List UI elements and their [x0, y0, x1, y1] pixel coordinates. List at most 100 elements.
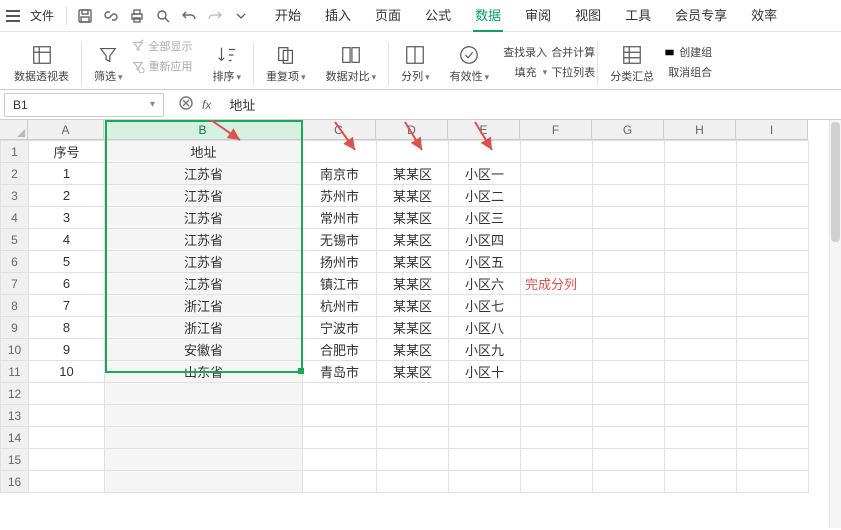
tab-review[interactable]: 审阅	[523, 0, 553, 32]
cell[interactable]: 合肥市	[303, 339, 377, 361]
cell[interactable]	[665, 427, 737, 449]
cell[interactable]	[665, 141, 737, 163]
cell[interactable]: 6	[29, 273, 105, 295]
tab-data[interactable]: 数据	[473, 0, 503, 32]
row-header[interactable]: 14	[1, 427, 29, 449]
cell[interactable]: 江苏省	[105, 251, 303, 273]
ungroup-button[interactable]: 取消组合	[664, 64, 712, 80]
cell[interactable]	[737, 361, 809, 383]
cell[interactable]	[29, 383, 105, 405]
cell[interactable]	[377, 141, 449, 163]
cell[interactable]	[521, 339, 593, 361]
fx-icon[interactable]: fx	[202, 98, 211, 112]
cell[interactable]	[593, 471, 665, 493]
vertical-scrollbar[interactable]	[829, 120, 841, 528]
cell[interactable]: 7	[29, 295, 105, 317]
cell[interactable]	[737, 405, 809, 427]
group-button[interactable]: 创建组	[664, 44, 712, 60]
cell[interactable]: 小区八	[449, 317, 521, 339]
cell[interactable]	[665, 471, 737, 493]
tab-view[interactable]: 视图	[573, 0, 603, 32]
row-header[interactable]: 6	[1, 251, 29, 273]
pivot-button[interactable]: 数据透视表	[4, 38, 79, 90]
cell[interactable]: 小区一	[449, 163, 521, 185]
dropdown-button[interactable]: 下拉列表	[547, 64, 595, 80]
cell[interactable]	[377, 471, 449, 493]
cell[interactable]: 扬州市	[303, 251, 377, 273]
cell[interactable]	[593, 449, 665, 471]
cell[interactable]	[303, 427, 377, 449]
row-header[interactable]: 10	[1, 339, 29, 361]
cell[interactable]	[593, 295, 665, 317]
cell[interactable]: 某某区	[377, 229, 449, 251]
row-header[interactable]: 12	[1, 383, 29, 405]
reapply-button[interactable]: 重新应用	[131, 58, 193, 74]
cell[interactable]	[29, 427, 105, 449]
cell[interactable]	[593, 427, 665, 449]
cell[interactable]	[521, 427, 593, 449]
cell[interactable]: 南京市	[303, 163, 377, 185]
cell[interactable]	[737, 471, 809, 493]
cell[interactable]	[303, 471, 377, 493]
undo-icon[interactable]	[177, 4, 201, 28]
cell[interactable]: 2	[29, 185, 105, 207]
cell[interactable]: 浙江省	[105, 317, 303, 339]
name-box[interactable]: B1▾	[4, 93, 164, 117]
cell[interactable]: 某某区	[377, 317, 449, 339]
cell[interactable]: 江苏省	[105, 185, 303, 207]
col-header-A[interactable]: A	[28, 120, 104, 140]
cell[interactable]	[521, 361, 593, 383]
cell[interactable]: 小区四	[449, 229, 521, 251]
row-header[interactable]: 1	[1, 141, 29, 163]
cell[interactable]: 小区三	[449, 207, 521, 229]
row-header[interactable]: 3	[1, 185, 29, 207]
redo-icon[interactable]	[203, 4, 227, 28]
cell[interactable]	[737, 251, 809, 273]
cell[interactable]	[105, 405, 303, 427]
cell[interactable]	[593, 273, 665, 295]
cell[interactable]	[593, 163, 665, 185]
cell[interactable]	[593, 207, 665, 229]
cell[interactable]	[737, 185, 809, 207]
cell[interactable]: 江苏省	[105, 207, 303, 229]
row-header[interactable]: 5	[1, 229, 29, 251]
cell[interactable]	[29, 471, 105, 493]
cell[interactable]	[105, 383, 303, 405]
cell[interactable]: 序号	[29, 141, 105, 163]
cell[interactable]	[449, 449, 521, 471]
cell[interactable]	[521, 405, 593, 427]
cell[interactable]: 某某区	[377, 339, 449, 361]
cell[interactable]	[665, 229, 737, 251]
cell[interactable]	[737, 339, 809, 361]
cell[interactable]	[521, 295, 593, 317]
cell[interactable]	[377, 383, 449, 405]
cell[interactable]	[521, 471, 593, 493]
cell[interactable]	[665, 163, 737, 185]
cell[interactable]	[593, 317, 665, 339]
cell[interactable]: 地址	[105, 141, 303, 163]
cell[interactable]	[449, 383, 521, 405]
cell[interactable]: 8	[29, 317, 105, 339]
cell[interactable]	[449, 405, 521, 427]
col-header-F[interactable]: F	[520, 120, 592, 140]
tab-page[interactable]: 页面	[373, 0, 403, 32]
row-header[interactable]: 15	[1, 449, 29, 471]
row-header[interactable]: 2	[1, 163, 29, 185]
hamburger-icon[interactable]	[4, 10, 22, 22]
cell[interactable]: 江苏省	[105, 273, 303, 295]
cell[interactable]: 小区六	[449, 273, 521, 295]
cell[interactable]: 镇江市	[303, 273, 377, 295]
cell[interactable]	[377, 405, 449, 427]
cell[interactable]	[665, 317, 737, 339]
cell[interactable]	[593, 339, 665, 361]
cell[interactable]: 小区五	[449, 251, 521, 273]
row-header[interactable]: 4	[1, 207, 29, 229]
cell[interactable]	[665, 207, 737, 229]
cell[interactable]	[303, 449, 377, 471]
cell[interactable]	[29, 405, 105, 427]
cell[interactable]	[449, 471, 521, 493]
cell[interactable]: 1	[29, 163, 105, 185]
cell[interactable]	[105, 471, 303, 493]
cell[interactable]	[377, 449, 449, 471]
cell[interactable]	[521, 449, 593, 471]
